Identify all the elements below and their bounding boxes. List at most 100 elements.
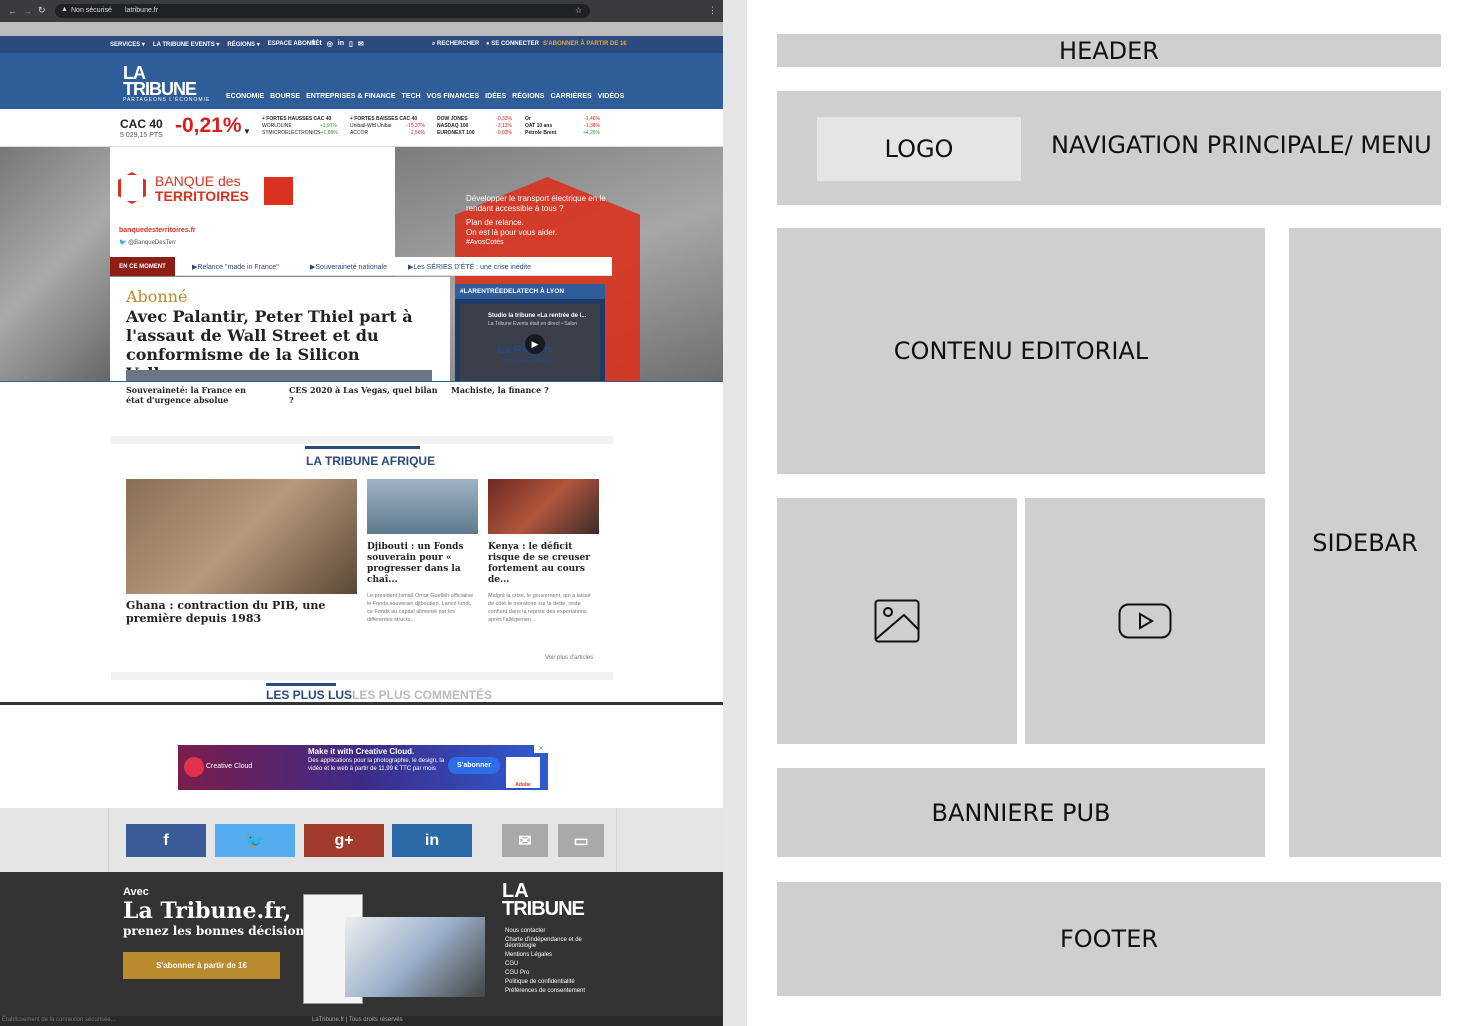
kenya-title[interactable]: Kenya : le déficit risque de se creuser … xyxy=(488,542,593,586)
menu-dots-icon[interactable]: ⋮ xyxy=(708,5,717,16)
footer-link[interactable]: Charte d'indépendance et de déontologie xyxy=(505,937,605,949)
tab-plus-commentes[interactable]: LES PLUS COMMENTÉS xyxy=(352,688,492,702)
footer-link[interactable]: Nous contacter xyxy=(505,928,605,934)
ghana-title[interactable]: Ghana : contraction du PIB, une première… xyxy=(126,599,346,625)
indice-name[interactable]: NASDAQ 100 xyxy=(437,123,468,130)
googleplus-icon: g+ xyxy=(334,831,354,849)
share-twitter-button[interactable]: 🐦 xyxy=(215,824,295,857)
share-tablet-button[interactable]: ▭ xyxy=(558,824,604,857)
other-name[interactable]: Or xyxy=(525,116,531,123)
reload-icon[interactable]: ↻ xyxy=(38,5,46,16)
baisse-name[interactable]: ACCOR xyxy=(350,130,368,137)
tablet-icon[interactable]: ▯ xyxy=(349,40,353,48)
footer-link[interactable]: CGU xyxy=(505,961,605,967)
hausse-name[interactable]: STMICROELECTRONICS xyxy=(262,130,321,137)
banque-msg1: Développer le transport électrique en le… xyxy=(466,194,606,213)
sub-headline-3[interactable]: Machiste, la finance ? xyxy=(451,385,601,395)
adobe-cta-button[interactable]: S'abonner xyxy=(448,757,500,774)
djibouti-title[interactable]: Djibouti : un Fonds souverain pour « pro… xyxy=(367,542,472,586)
play-icon[interactable]: ▶ xyxy=(525,334,545,354)
twitter-icon: 🐦 xyxy=(245,832,265,850)
baisse-name[interactable]: Unibail-Wfd Unibai xyxy=(350,123,391,130)
url-text[interactable]: latribune.fr xyxy=(125,7,158,14)
indice-name[interactable]: EURONEXT 100 xyxy=(437,130,475,137)
other-name[interactable]: OAT 10 ans xyxy=(525,123,552,130)
sub-headline-2[interactable]: CES 2020 à Las Vegas, quel bilan ? xyxy=(289,385,439,405)
adobe-ad[interactable]: Creative Cloud Make it with Creative Clo… xyxy=(178,745,548,790)
twitter-icon[interactable]: t xyxy=(319,40,321,48)
banque-message[interactable]: Développer le transport électrique en le… xyxy=(466,194,616,248)
banque-hashtag: #AvosCotés xyxy=(466,239,504,246)
menu-idees[interactable]: IDÉES xyxy=(485,93,506,100)
login-link[interactable]: ● SE CONNECTER xyxy=(486,41,539,47)
kenya-image[interactable] xyxy=(488,479,599,534)
afrique-title[interactable]: LA TRIBUNE AFRIQUE xyxy=(306,454,435,468)
forward-icon[interactable]: → xyxy=(23,6,32,16)
menu-videos[interactable]: VIDÉOS xyxy=(598,93,624,100)
address-bar[interactable]: ▲ Non sécurisé latribune.fr ☆ xyxy=(55,4,590,18)
share-facebook-button[interactable]: f xyxy=(126,824,206,857)
topnav-item-events[interactable]: LA TRIBUNE EVENTS ▾ xyxy=(153,41,219,48)
video-thumbnail[interactable]: Studio la tribune «La rentrée de l... La… xyxy=(460,304,600,382)
footer-link[interactable]: Mentions Légales xyxy=(505,952,605,958)
menu-bourse[interactable]: BOURSE xyxy=(270,93,300,100)
menu-economie[interactable]: ECONOMIE xyxy=(226,93,264,100)
hausse-name[interactable]: WORLDLINE xyxy=(262,123,292,130)
menu-entreprises[interactable]: ENTREPRISES & FINANCE xyxy=(306,93,395,100)
banque-brand[interactable]: BANQUE des TERRITOIRES xyxy=(155,174,249,204)
banque-handle[interactable]: @BanqueDesTerr xyxy=(128,240,176,246)
other-name[interactable]: Pétrole Brent xyxy=(525,130,556,137)
indice-val: -0,03% xyxy=(496,130,512,136)
trend-link-2[interactable]: ▶Souveraineté nationale xyxy=(310,263,387,271)
subscribe-link[interactable]: S'ABONNER À PARTIR DE 1€ xyxy=(543,41,627,47)
footer-link[interactable]: CGU Pro xyxy=(505,970,605,976)
menu-regions[interactable]: RÉGIONS xyxy=(512,93,544,100)
menu-tech[interactable]: TECH xyxy=(402,93,421,100)
hausse-val: +1,88% xyxy=(320,130,338,136)
star-icon[interactable]: ☆ xyxy=(575,6,582,15)
video-box[interactable]: #LARENTRÉEDELATECH À LYON Studio la trib… xyxy=(455,284,605,382)
menu-vos-finances[interactable]: VOS FINANCES xyxy=(427,93,480,100)
voir-plus-link[interactable]: Voir plus d'articles xyxy=(545,655,593,661)
ghana-image[interactable] xyxy=(126,479,357,594)
footer-logo[interactable]: LA TRIBUNE xyxy=(502,881,585,919)
creative-cloud-icon xyxy=(184,757,204,777)
facebook-icon[interactable]: f xyxy=(312,40,314,48)
video-tag: #LARENTRÉEDELATECH À LYON xyxy=(455,284,605,299)
djibouti-image[interactable] xyxy=(367,479,478,534)
market-ticker: CAC 40 5 029,15 PTS -0,21% ▼ + FORTES HA… xyxy=(0,109,723,147)
footer-link[interactable]: Politique de confidentialité xyxy=(505,979,605,985)
footer-link[interactable]: Préférences de consentement xyxy=(505,988,605,994)
indice-val: -0,33% xyxy=(496,116,512,122)
website-screenshot: ← → ↻ ▲ Non sécurisé latribune.fr ☆ ⋮ SE… xyxy=(0,0,723,1026)
warning-icon: ▲ xyxy=(61,6,68,13)
search-link[interactable]: ⌕ RECHERCHER xyxy=(432,41,479,48)
index-name[interactable]: CAC 40 xyxy=(120,117,163,131)
top-nav: SERVICES ▾ LA TRIBUNE EVENTS ▾ RÉGIONS ▾… xyxy=(0,36,723,53)
banque-site[interactable]: banquedesterritoires.fr xyxy=(119,227,196,234)
mail-icon[interactable]: ✉ xyxy=(358,40,364,48)
logo-tagline: PARTAGEONS L'ÉCONOMIE xyxy=(123,97,211,103)
topnav-item-services[interactable]: SERVICES ▾ xyxy=(110,41,145,48)
ad-close-icon[interactable]: ✕ xyxy=(534,745,548,753)
share-googleplus-button[interactable]: g+ xyxy=(304,824,384,857)
tab-plus-lus[interactable]: LES PLUS LUS xyxy=(266,688,352,702)
wireframe-logo-label: LOGO xyxy=(884,135,954,163)
mail-icon: ✉ xyxy=(518,832,532,850)
instagram-icon[interactable]: ◎ xyxy=(327,40,333,48)
trend-link-1[interactable]: ▶Relance "made in France" xyxy=(192,263,279,271)
banque-handle-row: 🐦 @BanqueDesTerr xyxy=(119,239,176,246)
indice-name[interactable]: DOW JONES xyxy=(437,116,468,123)
twitter-icon[interactable]: 🐦 xyxy=(119,240,126,246)
topnav-item-regions[interactable]: RÉGIONS ▾ xyxy=(227,41,259,48)
trend-link-3[interactable]: ▶Les SÉRIES D'ÉTÉ : une crise inédite xyxy=(408,263,531,271)
back-icon[interactable]: ← xyxy=(8,6,17,16)
linkedin-icon[interactable]: in xyxy=(338,40,344,48)
menu-carrieres[interactable]: CARRIÈRES xyxy=(550,93,591,100)
site-logo[interactable]: LA TRIBUNE PARTAGEONS L'ÉCONOMIE xyxy=(123,64,211,103)
headline-card[interactable]: Abonné Avec Palantir, Peter Thiel part à… xyxy=(110,277,450,382)
share-linkedin-button[interactable]: in xyxy=(392,824,472,857)
sub-headline-1[interactable]: Souveraineté: la France en état d'urgenc… xyxy=(126,385,256,405)
footer-subscribe-button[interactable]: S'abonner à partir de 1€ xyxy=(123,952,280,979)
share-mail-button[interactable]: ✉ xyxy=(502,824,548,857)
